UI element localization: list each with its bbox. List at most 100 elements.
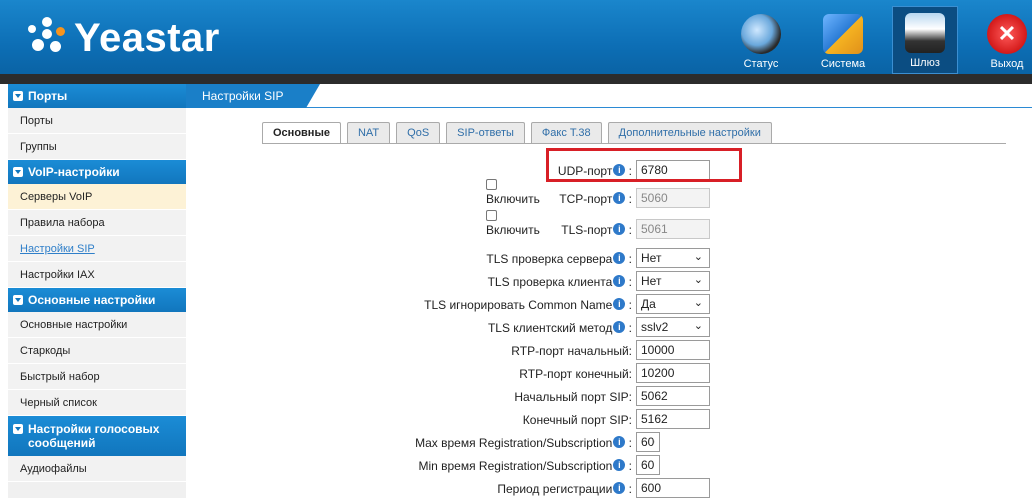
nav-system[interactable]: Система [810, 8, 876, 74]
status-globe-icon [741, 14, 781, 54]
tls-verify-server-row: TLS проверка сервера i : Нет ⌄ [262, 248, 1032, 270]
sidebar-section-title: Порты [28, 89, 68, 103]
tls-ignore-cn-label: TLS игнорировать Common Name i : [424, 298, 632, 312]
collapse-icon [13, 424, 23, 434]
chevron-down-icon: ⌄ [693, 274, 703, 286]
sidebar-item-dial-rules[interactable]: Правила набора [8, 210, 186, 236]
rtp-start-label: RTP-порт начальный: [511, 344, 632, 358]
rtp-end-input[interactable] [636, 363, 710, 383]
info-icon[interactable]: i [613, 298, 626, 310]
tab-qos[interactable]: QoS [396, 122, 441, 144]
tls-verify-client-select[interactable]: Нет ⌄ [636, 271, 710, 291]
min-reg-label: Min время Registration/Subscription i : [418, 459, 632, 473]
nav-exit[interactable]: Выход [974, 8, 1032, 74]
exit-icon [987, 14, 1027, 54]
nav-gateway-label: Шлюз [910, 57, 940, 69]
sip-end-row: Конечный порт SIP: [262, 409, 1032, 431]
info-icon[interactable]: i [613, 321, 626, 333]
tab-nat[interactable]: NAT [346, 122, 391, 144]
sidebar-item-star-codes[interactable]: Старкоды [8, 338, 186, 364]
tab-fax-t38[interactable]: Факс T.38 [530, 122, 602, 144]
tab-general[interactable]: Основные [262, 122, 341, 144]
info-icon[interactable]: i [613, 482, 626, 494]
content-header: Настройки SIP [186, 84, 1032, 108]
tls-ignore-cn-row: TLS игнорировать Common Name i : Да ⌄ [262, 294, 1032, 316]
tls-port-input[interactable] [636, 219, 710, 239]
sidebar-section-voip[interactable]: VoIP-настройки [8, 160, 186, 184]
chevron-down-icon: ⌄ [693, 320, 703, 332]
sidebar-section-title: VoIP-настройки [28, 165, 120, 179]
sidebar-section-title: Настройки голосовых сообщений [28, 422, 160, 450]
sidebar-item-voip-servers[interactable]: Серверы VoIP [8, 184, 186, 210]
tls-port-label: TLS-порт i : [561, 223, 632, 237]
nav-status[interactable]: Статус [728, 8, 794, 74]
info-icon[interactable]: i [613, 223, 626, 235]
tls-verify-client-label: TLS проверка клиента i : [487, 275, 632, 289]
info-icon[interactable]: i [613, 436, 626, 448]
tab-advanced[interactable]: Дополнительные настройки [607, 122, 772, 144]
info-icon[interactable]: i [613, 252, 626, 264]
collapse-icon [13, 295, 23, 305]
max-reg-row: Max время Registration/Subscription i : [262, 432, 1032, 454]
sidebar-item-iax-settings[interactable]: Настройки IAX [8, 262, 186, 288]
tls-ignore-cn-select[interactable]: Да ⌄ [636, 294, 710, 314]
enable-label: Включить [486, 223, 540, 237]
info-icon[interactable]: i [613, 192, 626, 204]
sidebar-section-basic[interactable]: Основные настройки [8, 288, 186, 312]
tcp-enable[interactable]: Включить [486, 179, 540, 206]
rtp-end-label: RTP-порт конечный: [519, 367, 632, 381]
tls-client-method-select[interactable]: sslv2 ⌄ [636, 317, 710, 337]
tls-verify-server-label: TLS проверка сервера i : [486, 252, 632, 266]
reg-period-input[interactable] [636, 478, 710, 498]
logo-text: Yeastar [74, 15, 220, 60]
chevron-down-icon: ⌄ [693, 251, 703, 263]
tcp-port-input[interactable] [636, 188, 710, 208]
tcp-port-label: TCP-порт i : [559, 192, 632, 206]
rtp-end-row: RTP-порт конечный: [262, 363, 1032, 385]
sip-start-label: Начальный порт SIP: [514, 390, 632, 404]
tls-client-method-label: TLS клиентский метод i : [487, 321, 632, 335]
tcp-enable-checkbox[interactable] [486, 179, 497, 190]
sidebar-item-audio-files[interactable]: Аудиофайлы [8, 456, 186, 482]
system-gear-icon [823, 14, 863, 54]
highlight-box [546, 148, 742, 182]
rtp-start-input[interactable] [636, 340, 710, 360]
header-divider [0, 74, 1032, 84]
info-icon[interactable]: i [613, 459, 626, 471]
tab-sip-responses[interactable]: SIP-ответы [446, 122, 525, 144]
chevron-down-icon: ⌄ [693, 297, 703, 309]
enable-label: Включить [486, 192, 540, 206]
logo-mark-icon [24, 15, 70, 61]
sidebar-item-basic-settings[interactable]: Основные настройки [8, 312, 186, 338]
yeastar-logo: Yeastar [24, 10, 220, 66]
top-header: Yeastar Статус Система Шлюз Выход [0, 0, 1032, 74]
sidebar-item-speed-dial[interactable]: Быстрый набор [8, 364, 186, 390]
sidebar-item-groups[interactable]: Группы [8, 134, 186, 160]
page-title: Настройки SIP [186, 84, 319, 108]
tls-port-row: Включить TLS-порт i : [262, 210, 1032, 241]
sip-settings-form: UDP-портi : Включить TCP-портi : Включит… [262, 144, 1032, 498]
min-reg-row: Min время Registration/Subscription i : [262, 455, 1032, 477]
tls-verify-server-select[interactable]: Нет ⌄ [636, 248, 710, 268]
sidebar: Порты Порты Группы VoIP-настройки Сервер… [8, 84, 186, 498]
nav-status-label: Статус [743, 58, 779, 70]
sidebar-item-sip-settings[interactable]: Настройки SIP [8, 236, 186, 262]
sidebar-item-blacklist[interactable]: Черный список [8, 390, 186, 416]
sip-start-input[interactable] [636, 386, 710, 406]
nav-gateway[interactable]: Шлюз [892, 6, 958, 74]
tls-enable-checkbox[interactable] [486, 210, 497, 221]
sidebar-section-ports[interactable]: Порты [8, 84, 186, 108]
reg-period-label: Период регистрации i : [497, 482, 632, 496]
reg-period-row: Период регистрации i : [262, 478, 1032, 500]
min-reg-input[interactable] [636, 455, 660, 475]
tls-enable[interactable]: Включить [486, 210, 540, 237]
sip-start-row: Начальный порт SIP: [262, 386, 1032, 408]
settings-tabs: Основные NAT QoS SIP-ответы Факс T.38 До… [262, 122, 778, 144]
info-icon[interactable]: i [613, 275, 626, 287]
sidebar-item-ports[interactable]: Порты [8, 108, 186, 134]
rtp-start-row: RTP-порт начальный: [262, 340, 1032, 362]
sidebar-section-voice-prompts[interactable]: Настройки голосовых сообщений [8, 416, 186, 456]
sip-end-input[interactable] [636, 409, 710, 429]
tcp-port-row: Включить TCP-порт i : [262, 179, 1032, 210]
max-reg-input[interactable] [636, 432, 660, 452]
